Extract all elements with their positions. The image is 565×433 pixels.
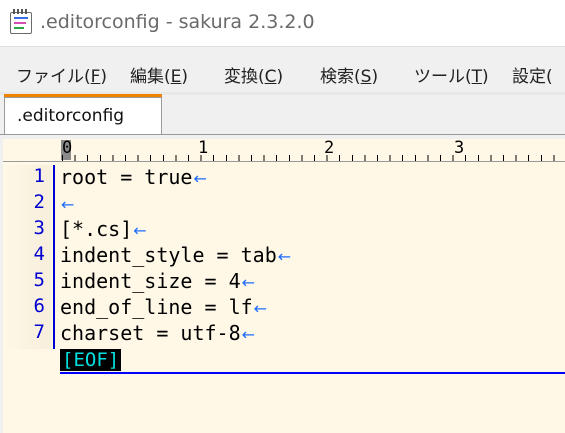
- window-title: .editorconfig - sakura 2.3.2.0: [40, 11, 315, 33]
- line-number: 1: [33, 165, 45, 187]
- ruler-label: 1: [198, 138, 209, 158]
- line-text: indent_size = 4: [60, 269, 241, 293]
- line-number: 3: [33, 217, 45, 239]
- line-text: indent_style = tab: [60, 243, 277, 267]
- code-line[interactable]: 4 indent_style = tab←: [3, 243, 565, 269]
- code-line[interactable]: 3 [*.cs]←: [3, 217, 565, 243]
- menu-settings[interactable]: 設定(: [512, 62, 553, 87]
- line-number: 5: [33, 269, 45, 291]
- line-text: charset = utf-8: [60, 321, 241, 345]
- code-area[interactable]: 1 root = true← 2 ← 3 [*.cs]← 4 indent_st…: [3, 165, 565, 433]
- eof-marker: [EOF]: [60, 349, 122, 371]
- editor-pane[interactable]: 0 1 2 3 1 root = true← 2 ← 3 [*.cs]← 4 i…: [3, 138, 565, 433]
- ruler-label: 2: [324, 138, 335, 158]
- line-number: 4: [33, 243, 45, 265]
- menu-search[interactable]: 検索(S): [320, 62, 378, 87]
- code-line[interactable]: 6 end_of_line = lf←: [3, 295, 565, 321]
- title-bar: .editorconfig - sakura 2.3.2.0: [0, 0, 565, 47]
- menu-tools[interactable]: ツール(T): [414, 62, 489, 87]
- code-line[interactable]: 7 charset = utf-8←: [3, 321, 565, 347]
- tab-label: .editorconfig: [17, 106, 125, 126]
- eol-arrow-icon: ←: [241, 325, 256, 344]
- sakura-notepad-icon[interactable]: [10, 9, 32, 34]
- menu-edit[interactable]: 編集(E): [130, 62, 188, 87]
- code-line[interactable]: 1 root = true←: [3, 165, 565, 191]
- eol-arrow-icon: ←: [193, 169, 207, 188]
- eol-arrow-icon: ←: [61, 195, 75, 214]
- line-text: end_of_line = lf: [60, 295, 253, 319]
- tab-editorconfig[interactable]: .editorconfig: [4, 97, 162, 135]
- line-text: root = true: [60, 165, 193, 189]
- line-number: 2: [33, 191, 45, 213]
- menu-bar: ファイル(F) 編集(E) 変換(C) 検索(S) ツール(T) 設定(: [0, 56, 565, 90]
- eol-arrow-icon: ←: [133, 221, 147, 240]
- ruler-label: 0: [62, 138, 73, 158]
- code-line[interactable]: 2 ←: [3, 191, 565, 217]
- eol-arrow-icon: ←: [241, 273, 256, 292]
- ruler-ticks: [62, 155, 565, 161]
- code-line[interactable]: 5 indent_size = 4←: [3, 269, 565, 295]
- column-ruler[interactable]: 0 1 2 3: [3, 138, 565, 162]
- tab-divider: [0, 134, 565, 135]
- eol-arrow-icon: ←: [253, 299, 268, 318]
- line-number: 7: [33, 321, 45, 343]
- line-number: 6: [33, 295, 45, 317]
- ruler-label: 3: [454, 138, 465, 158]
- line-text: [*.cs]: [60, 217, 133, 241]
- eol-arrow-icon: ←: [277, 247, 292, 266]
- cursor-line-underline: [60, 372, 565, 374]
- menu-file[interactable]: ファイル(F): [16, 62, 107, 87]
- menu-convert[interactable]: 変換(C): [224, 62, 283, 87]
